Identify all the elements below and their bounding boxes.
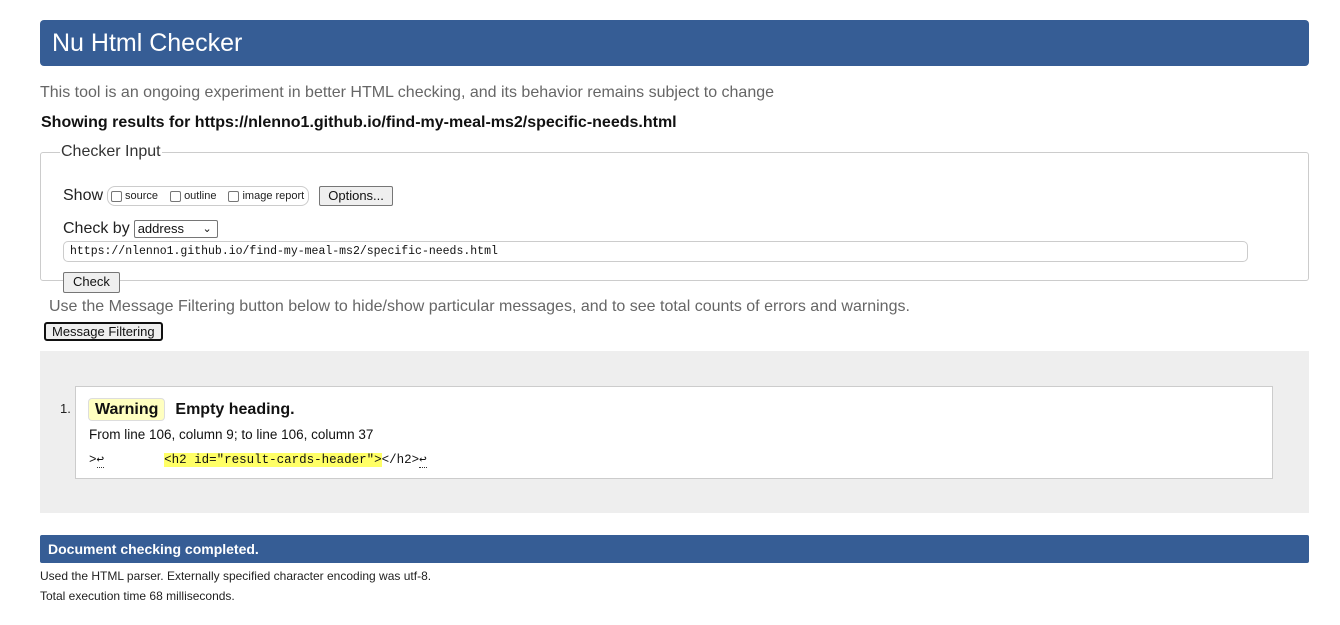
check-by-select[interactable]: address ⌄ [133, 220, 218, 238]
subtitle: This tool is an ongoing experiment in be… [40, 84, 775, 101]
extract-after: </h2> [381, 453, 420, 467]
check-by-label: Check by [63, 220, 130, 237]
line-feed-icon: ↩ [96, 453, 105, 468]
show-image-report-checkbox[interactable]: image report [228, 190, 304, 202]
page-title: Nu Html Checker [40, 20, 1309, 66]
checkbox-icon[interactable] [111, 190, 123, 202]
chevron-down-icon: ⌄ [202, 223, 212, 235]
show-row: Show source outline image report Options… [63, 185, 393, 207]
parser-note: Used the HTML parser. Externally specifi… [40, 569, 432, 583]
checkbox-label: outline [184, 190, 217, 202]
message-item: Warning Empty heading. From line 106, co… [75, 386, 1273, 479]
checker-input-fieldset: Checker Input Show source outline image … [40, 143, 1309, 293]
checkbox-icon[interactable] [228, 190, 240, 202]
results-panel: 1. Warning Empty heading. From line 106,… [40, 351, 1309, 513]
checkbox-icon[interactable] [170, 190, 182, 202]
extract-indent [104, 453, 164, 467]
checkbox-label: source [125, 190, 159, 202]
results-for-heading: Showing results for https://nlenno1.gith… [41, 114, 677, 131]
extract-highlight: <h2 id="result-cards-header"> [164, 453, 382, 467]
filter-note: Use the Message Filtering button below t… [49, 298, 910, 315]
message-number: 1. [60, 401, 71, 416]
page: Nu Html Checker This tool is an ongoing … [40, 20, 1309, 603]
extract-before: > [89, 453, 97, 467]
options-button[interactable]: Options... [319, 186, 393, 206]
show-label: Show [63, 187, 104, 204]
warning-badge: Warning [88, 398, 166, 421]
checker-input-legend: Checker Input [61, 143, 161, 160]
message-header: Warning Empty heading. [88, 398, 295, 421]
check-by-selected-value: address [137, 221, 184, 236]
check-button[interactable]: Check [63, 272, 120, 293]
status-bar: Document checking completed. [40, 535, 1309, 563]
show-options-group: source outline image report [107, 186, 310, 206]
message-text: Empty heading. [175, 400, 295, 418]
execution-time: Total execution time 68 milliseconds. [40, 589, 235, 603]
message-location[interactable]: From line 106, column 9; to line 106, co… [89, 427, 373, 442]
show-outline-checkbox[interactable]: outline [170, 190, 216, 202]
code-extract: >↩ <h2 id="result-cards-header"></h2>↩ [89, 451, 427, 468]
message-filtering-button[interactable]: Message Filtering [44, 322, 163, 341]
url-input[interactable]: https://nlenno1.github.io/find-my-meal-m… [63, 241, 1248, 262]
line-feed-icon: ↩ [419, 453, 427, 468]
checkbox-label: image report [242, 190, 305, 202]
check-by-row: Check by address ⌄ [63, 219, 218, 239]
show-source-checkbox[interactable]: source [111, 190, 158, 202]
